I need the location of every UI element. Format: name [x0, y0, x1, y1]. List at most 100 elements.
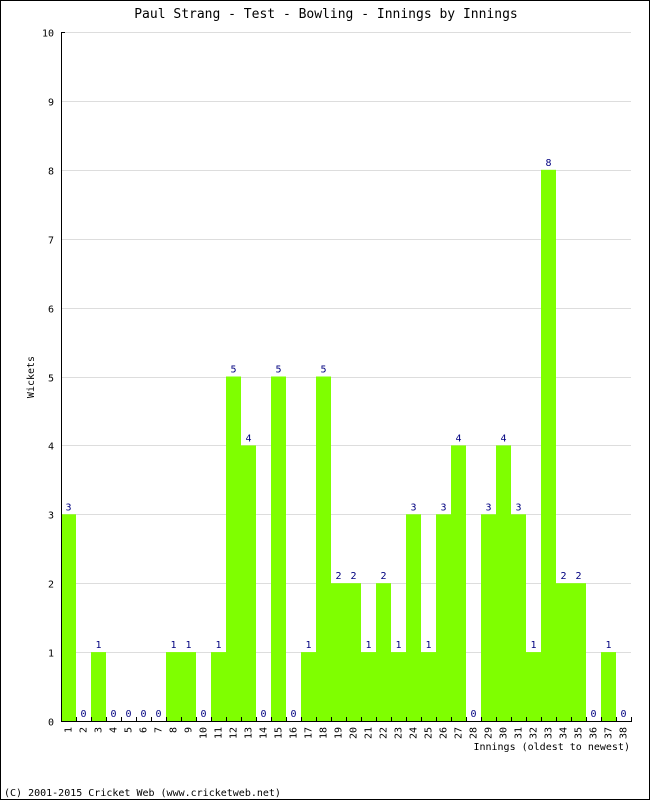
x-tick-label: 17 — [304, 727, 315, 739]
x-tick-label: 5 — [124, 727, 135, 733]
x-tick-label: 8 — [169, 727, 180, 733]
x-tick-label: 33 — [544, 727, 555, 739]
x-tick-label: 37 — [604, 727, 615, 739]
data-label: 0 — [290, 709, 296, 720]
data-label: 3 — [410, 502, 416, 513]
data-label: 4 — [245, 433, 251, 444]
x-axis-label: Innings (oldest to newest) — [473, 742, 630, 753]
bar — [331, 583, 346, 721]
data-label: 1 — [95, 640, 101, 651]
data-label: 0 — [80, 709, 86, 720]
y-tick-label: 5 — [48, 374, 54, 385]
data-label: 2 — [560, 571, 566, 582]
x-tick-label: 38 — [619, 727, 630, 739]
bar — [571, 583, 586, 721]
x-tick-label: 6 — [139, 727, 150, 733]
bar — [211, 652, 226, 721]
bar — [481, 514, 496, 721]
bar — [166, 652, 181, 721]
x-tick-labels: 1 2 3 4 5 6 7 8 9 10 11 12 13 14 15 16 17 18 19 20 21 22 23 24 2… — [64, 727, 630, 739]
bar — [406, 514, 421, 721]
x-tick-label: 30 — [499, 727, 510, 739]
x-tick-label: 10 — [199, 727, 210, 739]
data-label: 2 — [380, 571, 386, 582]
x-tick-label: 19 — [334, 727, 345, 739]
data-label: 1 — [305, 640, 311, 651]
bar — [556, 583, 571, 721]
bar — [496, 445, 511, 721]
x-tick-label: 26 — [439, 727, 450, 739]
data-label: 0 — [110, 709, 116, 720]
x-tick-label: 1 — [64, 727, 75, 733]
x-tick-label: 28 — [469, 727, 480, 739]
bar — [91, 652, 106, 721]
x-tick-label: 20 — [349, 727, 360, 739]
data-label: 4 — [455, 433, 461, 444]
data-label: 1 — [215, 640, 221, 651]
y-tick-label: 2 — [48, 580, 54, 591]
x-tick-label: 35 — [574, 727, 585, 739]
data-label: 1 — [395, 640, 401, 651]
x-tick-label: 29 — [484, 727, 495, 739]
bar — [436, 514, 451, 721]
y-tick-label: 6 — [48, 305, 54, 316]
x-tick-label: 21 — [364, 727, 375, 739]
data-label: 1 — [425, 640, 431, 651]
bar — [181, 652, 196, 721]
bar — [226, 376, 241, 721]
data-label: 0 — [125, 709, 131, 720]
y-tick-labels: 0 1 2 3 4 5 6 7 8 9 10 — [42, 29, 54, 729]
x-tick-label: 3 — [94, 727, 105, 733]
data-label: 5 — [320, 365, 326, 376]
copyright-footer: (C) 2001-2015 Cricket Web (www.cricketwe… — [4, 788, 281, 799]
x-tick-label: 9 — [184, 727, 195, 733]
y-tick-label: 7 — [48, 236, 54, 247]
bar — [421, 652, 436, 721]
y-tick-label: 4 — [48, 442, 54, 453]
x-tick-label: 4 — [109, 727, 120, 733]
data-label: 1 — [605, 640, 611, 651]
bar — [316, 376, 331, 721]
x-tick-label: 2 — [79, 727, 90, 733]
bar-chart: Paul Strang - Test - Bowling - Innings b… — [4, 7, 632, 799]
data-label: 0 — [155, 709, 161, 720]
bar — [61, 514, 76, 721]
x-tick-label: 31 — [514, 727, 525, 739]
x-tick-label: 24 — [409, 727, 420, 739]
data-label: 1 — [185, 640, 191, 651]
data-label: 5 — [275, 365, 281, 376]
y-tick-label: 8 — [48, 167, 54, 178]
y-tick-label: 0 — [48, 718, 54, 729]
x-tick-label: 32 — [529, 727, 540, 739]
x-tick-label: 36 — [589, 727, 600, 739]
bar — [451, 445, 466, 721]
data-label: 0 — [140, 709, 146, 720]
data-label: 0 — [590, 709, 596, 720]
data-label: 0 — [470, 709, 476, 720]
bar — [271, 376, 286, 721]
bar — [511, 514, 526, 721]
data-label: 1 — [530, 640, 536, 651]
chart-frame: Paul Strang - Test - Bowling - Innings b… — [0, 0, 650, 800]
data-label: 0 — [260, 709, 266, 720]
x-tick-label: 18 — [319, 727, 330, 739]
x-tick-label: 27 — [454, 727, 465, 739]
data-label: 3 — [440, 502, 446, 513]
x-tick-label: 16 — [289, 727, 300, 739]
data-label: 0 — [200, 709, 206, 720]
data-label: 4 — [500, 433, 506, 444]
data-label: 0 — [620, 709, 626, 720]
x-tick-label: 13 — [244, 727, 255, 739]
x-tick-label: 23 — [394, 727, 405, 739]
bar — [241, 445, 256, 721]
bar — [301, 652, 316, 721]
x-tick-label: 15 — [274, 727, 285, 739]
bar — [601, 652, 616, 721]
y-axis-label: Wickets — [26, 356, 37, 398]
bar — [541, 169, 556, 722]
data-label: 5 — [230, 365, 236, 376]
data-label: 3 — [515, 502, 521, 513]
bar — [526, 652, 541, 721]
bar — [361, 652, 376, 721]
data-label: 1 — [365, 640, 371, 651]
